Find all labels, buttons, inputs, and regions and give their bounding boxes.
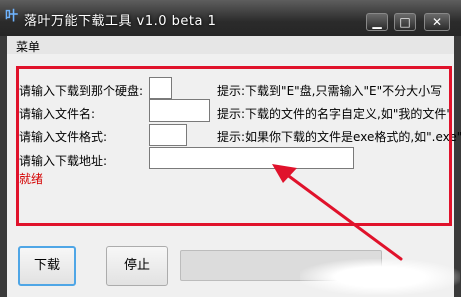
annotation-arrow bbox=[272, 164, 403, 261]
app-window: 叶 落叶万能下载工具 v1.0 beta 1 ▁ □ ✕ 菜单 请输入下载到那个… bbox=[0, 0, 461, 297]
arrow-shaft bbox=[284, 172, 403, 261]
